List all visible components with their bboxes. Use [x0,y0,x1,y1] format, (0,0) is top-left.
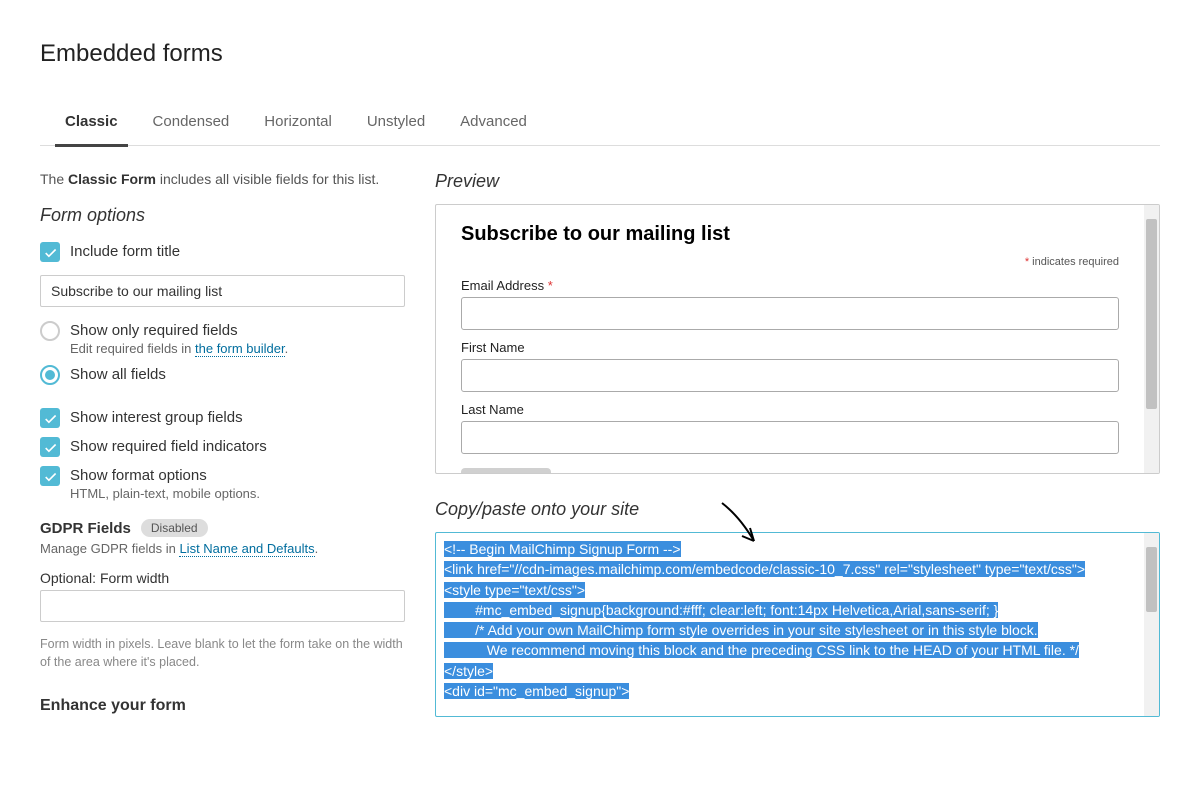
tab-horizontal[interactable]: Horizontal [264,113,332,145]
check-icon [44,470,57,483]
copy-heading: Copy/paste onto your site [435,499,1160,520]
required-indicators-label: Show required field indicators [70,437,267,455]
gdpr-badge: Disabled [141,519,208,537]
interest-groups-checkbox[interactable] [40,408,60,428]
form-options-heading: Form options [40,205,405,226]
preview-firstname-label: First Name [461,340,1119,355]
form-width-help: Form width in pixels. Leave blank to let… [40,636,405,671]
form-title-input[interactable] [40,275,405,307]
preview-scrollbar[interactable] [1144,205,1159,473]
code-scrollbar[interactable] [1144,533,1159,716]
check-icon [44,441,57,454]
form-width-input[interactable] [40,590,405,622]
tab-condensed[interactable]: Condensed [153,113,230,145]
include-title-checkbox[interactable] [40,242,60,262]
tab-advanced[interactable]: Advanced [460,113,527,145]
intro-text: The Classic Form includes all visible fi… [40,171,405,187]
preview-button-stub [461,468,551,474]
format-options-checkbox[interactable] [40,466,60,486]
preview-email-label: Email Address * [461,278,1119,293]
form-width-label: Optional: Form width [40,570,405,586]
required-indicators-checkbox[interactable] [40,437,60,457]
format-options-label: Show format options [70,466,260,484]
show-all-radio[interactable] [40,365,60,385]
enhance-heading: Enhance your form [40,697,405,715]
include-title-label: Include form title [70,242,180,260]
preview-lastname-label: Last Name [461,402,1119,417]
tab-bar: Classic Condensed Horizontal Unstyled Ad… [40,113,1160,146]
preview-box: Subscribe to our mailing list * indicate… [435,204,1160,474]
tab-classic[interactable]: Classic [65,113,118,145]
interest-groups-label: Show interest group fields [70,408,243,426]
code-scroll-thumb[interactable] [1146,547,1157,612]
tab-unstyled[interactable]: Unstyled [367,113,425,145]
check-icon [44,246,57,259]
format-options-subtext: HTML, plain-text, mobile options. [70,486,260,501]
preview-form-title: Subscribe to our mailing list [461,223,1119,246]
form-builder-link[interactable]: the form builder [195,341,285,357]
page-title: Embedded forms [40,40,1160,68]
embed-code-box[interactable]: <!-- Begin MailChimp Signup Form --> <li… [435,532,1160,717]
preview-scroll-thumb[interactable] [1146,219,1157,409]
check-icon [44,412,57,425]
gdpr-manage: Manage GDPR fields in List Name and Defa… [40,541,405,556]
show-all-label: Show all fields [70,365,166,383]
show-required-subtext: Edit required fields in the form builder… [70,341,288,356]
gdpr-label: GDPR Fields [40,520,131,537]
preview-firstname-input[interactable] [461,359,1119,392]
required-indicator-hint: * indicates required [461,256,1119,268]
preview-email-input[interactable] [461,297,1119,330]
embed-code-text[interactable]: <!-- Begin MailChimp Signup Form --> <li… [436,533,1144,716]
show-required-label: Show only required fields [70,321,288,339]
show-required-radio[interactable] [40,321,60,341]
preview-heading: Preview [435,171,1160,192]
gdpr-link[interactable]: List Name and Defaults [179,541,314,557]
preview-lastname-input[interactable] [461,421,1119,454]
